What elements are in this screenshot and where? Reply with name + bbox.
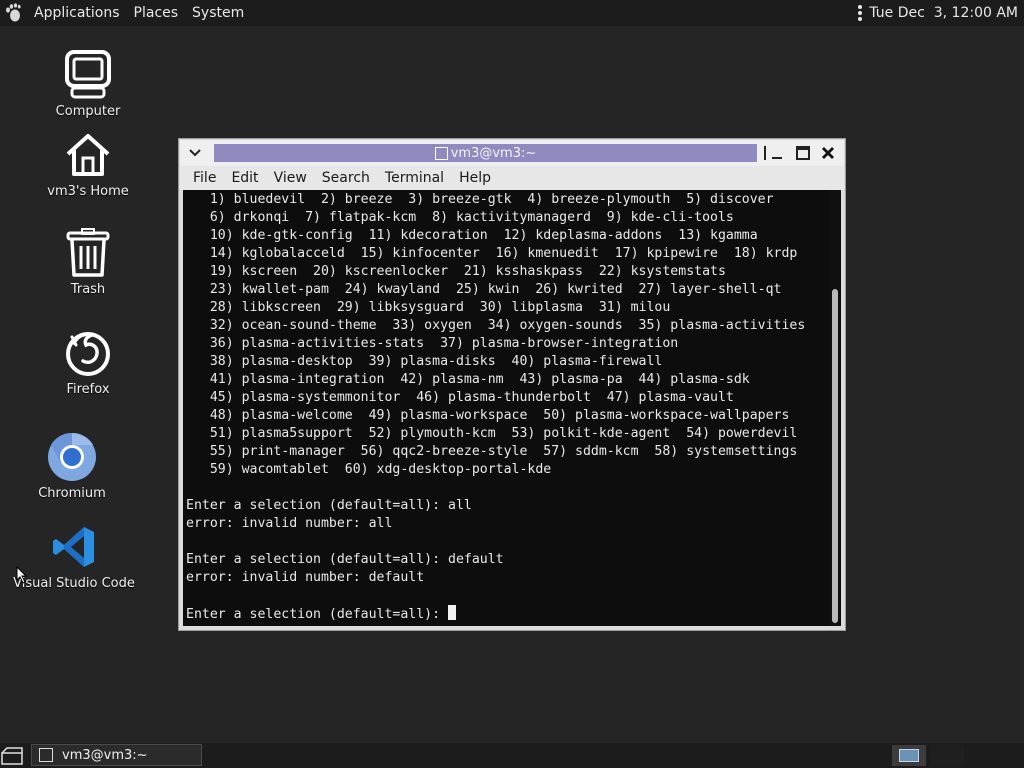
terminal-output[interactable]: 1) bluedevil 2) breeze 3) breeze-gtk 4) …: [183, 190, 841, 626]
desktop-icon-label: Trash: [70, 282, 106, 297]
taskbar-window-button[interactable]: vm3@vm3:~: [31, 744, 202, 766]
terminal-line: Enter a selection (default=all): all: [186, 498, 472, 513]
terminal-line: 1) bluedevil 2) breeze 3) breeze-gtk 4) …: [186, 192, 774, 207]
terminal-window: vm3@vm3:~ File Edit View Search Terminal…: [178, 138, 846, 631]
terminal-line: 14) kglobalacceld 15) kinfocenter 16) km…: [186, 246, 798, 261]
computer-icon: [64, 48, 112, 102]
maximize-button[interactable]: [794, 144, 812, 162]
system-menu[interactable]: System: [185, 0, 251, 26]
vscode-icon: [51, 520, 97, 574]
terminal-line: 59) wacomtablet 60) xdg-desktop-portal-k…: [186, 462, 552, 477]
window-titlebar[interactable]: vm3@vm3:~: [180, 140, 844, 166]
terminal-prompt: Enter a selection (default=all):: [186, 607, 449, 622]
window-menu-chevron-icon[interactable]: [186, 144, 204, 162]
terminal-cursor: [448, 605, 457, 620]
terminal-line: 55) print-manager 56) qqc2-breeze-style …: [186, 444, 798, 459]
menu-file[interactable]: File: [180, 170, 223, 186]
window-title-area[interactable]: vm3@vm3:~: [214, 144, 757, 162]
gnome-foot-icon[interactable]: [4, 3, 24, 23]
desktop-icon-label: Visual Studio Code: [13, 576, 135, 591]
terminal-line: 6) drkonqi 7) flatpak-kcm 8) kactivityma…: [186, 210, 734, 225]
trash-icon: [65, 226, 111, 280]
desktop-icon-trash[interactable]: Trash: [33, 226, 143, 297]
terminal-line: 28) libkscreen 29) libksysguard 30) libp…: [186, 300, 671, 315]
bottom-panel: vm3@vm3:~: [0, 743, 1024, 768]
workspace-thumbnail: [899, 749, 919, 762]
desktop-icon-computer[interactable]: Computer: [33, 48, 143, 119]
terminal-line: 32) ocean-sound-theme 33) oxygen 34) oxy…: [186, 318, 806, 333]
minimize-button[interactable]: [768, 144, 786, 162]
chromium-icon: [47, 430, 97, 484]
clock[interactable]: Tue Dec 3, 12:00 AM: [869, 5, 1018, 21]
more-options-icon[interactable]: [858, 5, 863, 21]
terminal-scrollbar[interactable]: [830, 190, 840, 626]
desktop-icon-label: Computer: [55, 104, 121, 119]
terminal-line: 41) plasma-integration 42) plasma-nm 43)…: [186, 372, 750, 387]
terminal-line: 38) plasma-desktop 39) plasma-disks 40) …: [186, 354, 663, 369]
top-panel: Applications Places System Tue Dec 3, 12…: [0, 0, 1024, 26]
desktop-icon-label: Firefox: [66, 382, 110, 397]
terminal-line: error: invalid number: all: [186, 516, 393, 531]
terminal-app-icon: [434, 146, 448, 160]
desktop-icon-firefox[interactable]: Firefox: [33, 326, 143, 397]
top-right-area: Tue Dec 3, 12:00 AM: [858, 0, 1024, 26]
workspace-1[interactable]: [892, 745, 926, 766]
close-button[interactable]: [819, 144, 837, 162]
window-title: vm3@vm3:~: [450, 145, 537, 161]
terminal-line: 19) kscreen 20) kscreenlocker 21) ksshas…: [186, 264, 726, 279]
terminal-line: 48) plasma-welcome 49) plasma-workspace …: [186, 408, 790, 423]
places-menu[interactable]: Places: [127, 0, 186, 26]
taskbar-window-label: vm3@vm3:~: [62, 747, 148, 763]
menu-help[interactable]: Help: [446, 170, 498, 186]
desktop-icon-home[interactable]: vm3's Home: [33, 128, 143, 199]
desktop-icon-chromium[interactable]: Chromium: [17, 430, 127, 501]
terminal-line: 45) plasma-systemmonitor 46) plasma-thun…: [186, 390, 734, 405]
applications-menu[interactable]: Applications: [27, 0, 127, 26]
menu-edit[interactable]: Edit: [218, 170, 265, 186]
firefox-icon: [64, 326, 112, 380]
terminal-line: 36) plasma-activities-stats 37) plasma-b…: [186, 336, 679, 351]
workspace-2[interactable]: [930, 745, 964, 766]
terminal-line: Enter a selection (default=all): default: [186, 552, 504, 567]
terminal-line: 23) kwallet-pam 24) kwayland 25) kwin 26…: [186, 282, 782, 297]
menu-search[interactable]: Search: [309, 170, 377, 186]
desktop-icon-label: vm3's Home: [47, 184, 129, 199]
terminal-text[interactable]: 1) bluedevil 2) breeze 3) breeze-gtk 4) …: [186, 191, 805, 624]
menu-terminal[interactable]: Terminal: [372, 170, 451, 186]
mouse-pointer-icon: [16, 566, 28, 584]
home-folder-icon: [63, 128, 113, 182]
terminal-line: error: invalid number: default: [186, 570, 425, 585]
terminal-line: 10) kde-gtk-config 11) kdecoration 12) k…: [186, 228, 758, 243]
desktop-icon-label: Chromium: [38, 486, 106, 501]
terminal-line: 51) plasma5support 52) plymouth-kcm 53) …: [186, 426, 798, 441]
desktop-icon-vscode[interactable]: Visual Studio Code: [13, 520, 135, 591]
terminal-menubar: File Edit View Search Terminal Help: [180, 166, 844, 190]
menu-view[interactable]: View: [261, 170, 314, 186]
show-desktop-icon[interactable]: [0, 745, 24, 766]
scrollbar-thumb[interactable]: [832, 289, 838, 623]
terminal-app-icon: [39, 748, 53, 762]
